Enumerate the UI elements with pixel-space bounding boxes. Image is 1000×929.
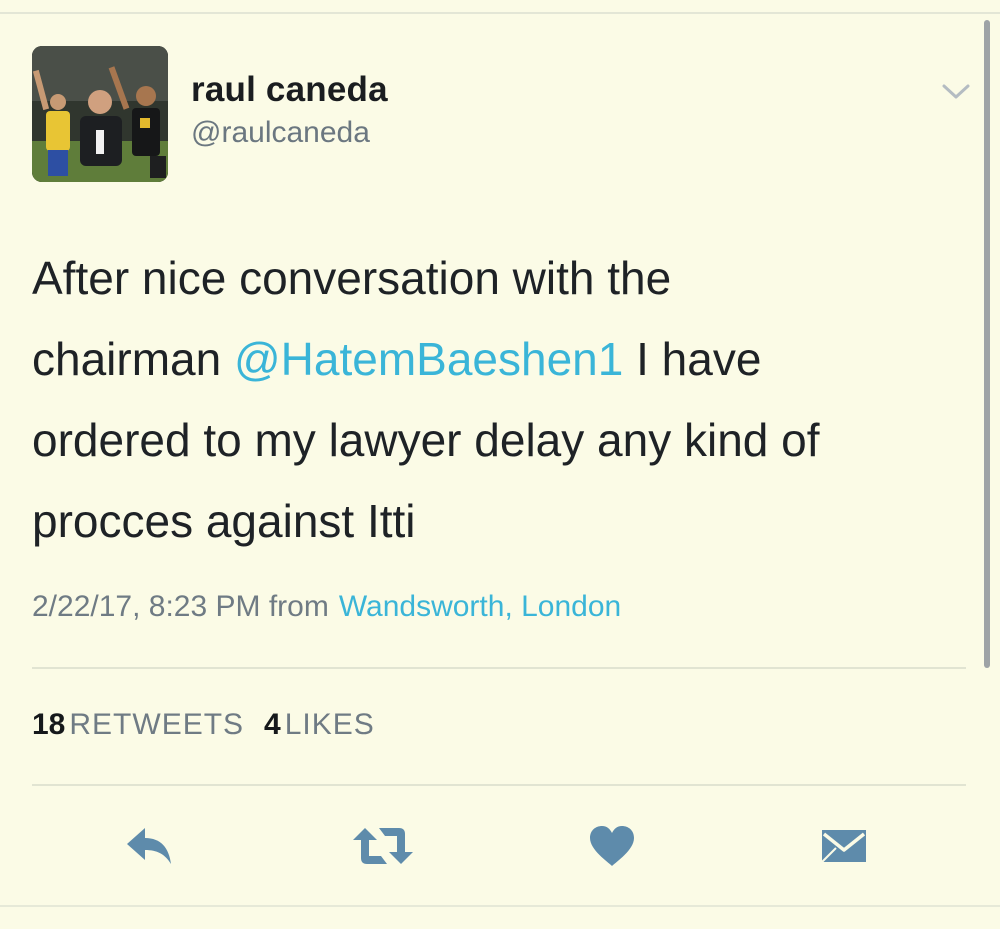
likes-label: LIKES (284, 708, 375, 741)
tweet-text-line: After nice conversation with the (32, 252, 672, 304)
tweet-meta: 2/22/17, 8:23 PM from Wandsworth, London (32, 590, 621, 624)
like-button[interactable] (584, 822, 640, 870)
stats-divider-top (32, 667, 966, 669)
reply-icon (127, 828, 171, 864)
engagement-stats: 18 RETWEETS 4 LIKES (32, 708, 375, 742)
tweet-text-line: ordered to my lawyer delay any kind of (32, 414, 820, 466)
retweets-stat[interactable]: 18 RETWEETS (32, 708, 244, 741)
author-display-name[interactable]: raul caneda (191, 70, 388, 110)
retweet-icon (353, 828, 413, 864)
retweets-count: 18 (32, 708, 66, 741)
scrollbar[interactable] (984, 20, 990, 668)
chevron-down-icon[interactable] (940, 80, 972, 104)
tweet-text-segment: chairman (32, 333, 234, 385)
tweet-text-line: chairman @HatemBaeshen1 I have (32, 319, 962, 400)
top-divider (0, 12, 1000, 14)
tweet-text-line: procces against Itti (32, 495, 416, 547)
reply-button[interactable] (120, 822, 180, 870)
bottom-divider (0, 905, 1000, 907)
envelope-icon (821, 830, 866, 863)
tweet-text-segment: I have (623, 333, 762, 385)
tweet-text: After nice conversation with the chairma… (32, 238, 962, 562)
message-button[interactable] (814, 822, 874, 870)
avatar[interactable] (32, 46, 168, 182)
mention-link[interactable]: @HatemBaeshen1 (234, 333, 623, 385)
timestamp: 2/22/17, 8:23 PM from (32, 590, 329, 623)
author-handle[interactable]: @raulcaneda (191, 116, 370, 150)
avatar-image (32, 46, 168, 182)
heart-icon (590, 826, 634, 866)
location-link[interactable]: Wandsworth, London (339, 590, 621, 623)
stats-divider-bottom (32, 784, 966, 786)
likes-count: 4 (264, 708, 281, 741)
retweets-label: RETWEETS (69, 708, 245, 741)
retweet-button[interactable] (348, 822, 418, 870)
likes-stat[interactable]: 4 LIKES (264, 708, 375, 741)
